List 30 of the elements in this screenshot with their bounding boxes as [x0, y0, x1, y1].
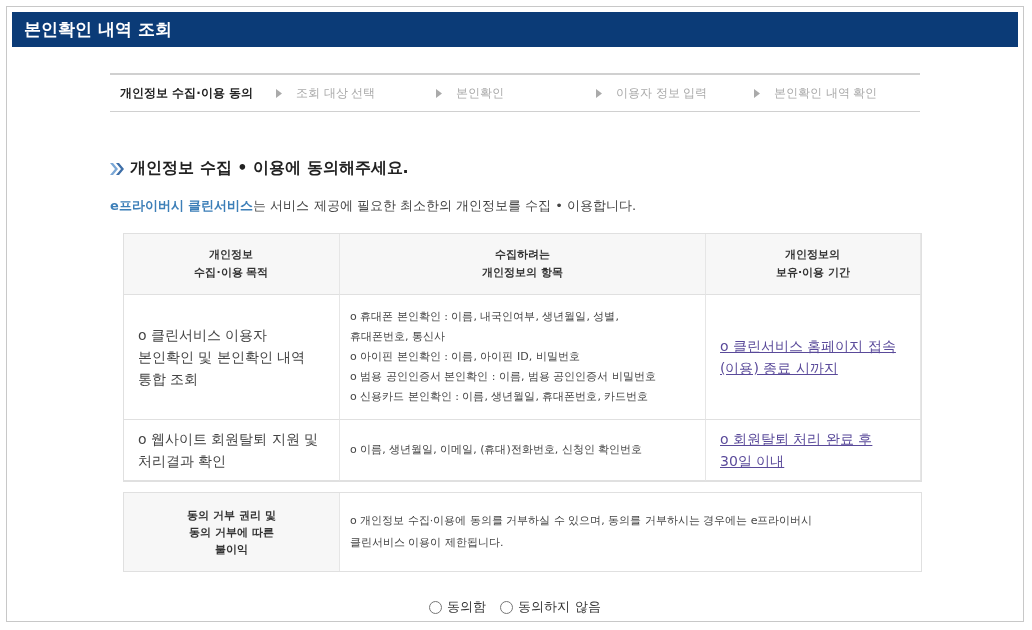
arrow-icon [435, 88, 442, 98]
page-title: 본인확인 내역 조회 [24, 18, 172, 41]
period-link[interactable]: o 회원탈퇴 처리 완료 후 30일 이내 [716, 428, 873, 472]
column-header: 개인정보 수집·이용 목적 [124, 234, 340, 295]
intro-text: e프라이버시 클린서비스는 서비스 제공에 필요한 최소한의 개인정보를 수집 • 이용합니다. [110, 197, 638, 215]
step-label: 조회 대상 선택 [295, 84, 376, 102]
column-header: 개인정보의 보유·이용 기간 [706, 234, 921, 295]
item-text: o 이름, 생년월일, 이메일, (휴대)전화번호, 신청인 확인번호 [350, 442, 644, 458]
refusal-text: o 개인정보 수집·이용에 동의를 거부하실 수 있으며, 동의를 거부하시는 경우에는 e프라이버시 클린서비스 이용이 제한됩니다. [349, 513, 814, 551]
arrow-icon [595, 88, 602, 98]
purpose-text: o 클린서비스 이용자 본인확인 및 본인확인 내역 통합 조회 [138, 326, 307, 389]
step-label: 개인정보 수집·이용 동의 [120, 84, 253, 102]
section-heading: 개인정보 수집 • 이용에 동의해주세요. [130, 158, 409, 179]
refusal-label: 동의 거부 권리 및 동의 거부에 따른 불이익 [124, 493, 340, 571]
consent-option[interactable]: 동의하지 않음 [500, 598, 601, 616]
double-chevron-icon [110, 162, 124, 175]
step-label: 이용자 정보 입력 [615, 84, 708, 102]
consent-option[interactable]: 동의함 [429, 598, 487, 616]
arrow-icon [753, 88, 760, 98]
step-label: 본인확인 내역 확인 [773, 84, 878, 102]
arrow-icon [275, 88, 282, 98]
item-text: o 범용 공인인증서 본인확인 : 이름, 범용 공인인증서 비밀번호 [350, 369, 657, 385]
step-label: 본인확인 [455, 84, 504, 102]
column-header: 수집하려는 개인정보의 항목 [340, 234, 706, 295]
period-link[interactable]: o 클린서비스 홈페이지 접속 (이용) 종료 시까지 [716, 335, 896, 379]
radio-icon[interactable] [500, 600, 514, 614]
item-text: o 신용카드 본인확인 : 이름, 생년월일, 휴대폰번호, 카드번호 [350, 389, 650, 405]
item-text: o 아이핀 본인확인 : 이름, 아이핀 ID, 비밀번호 [350, 349, 581, 365]
purpose-text: o 웹사이트 회원탈퇴 지원 및 처리결과 확인 [138, 430, 320, 471]
radio-icon[interactable] [429, 600, 443, 614]
